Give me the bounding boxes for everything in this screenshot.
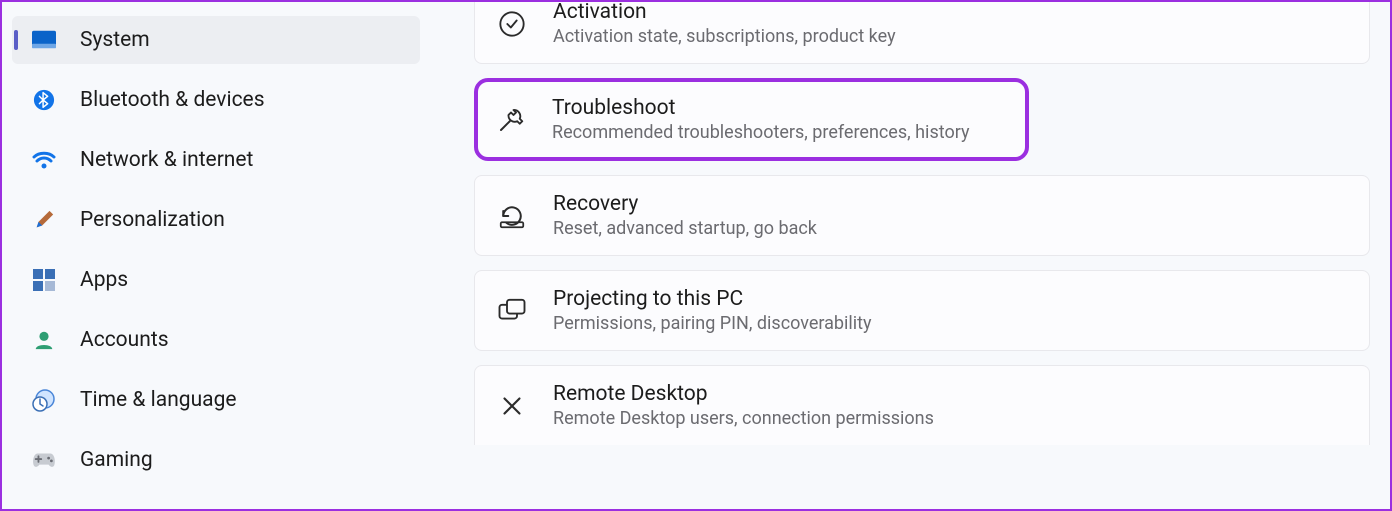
sidebar-item-network[interactable]: Network & internet	[12, 136, 420, 184]
card-activation[interactable]: Activation Activation state, subscriptio…	[474, 2, 1370, 64]
settings-sidebar: System Bluetooth & devices Network & int…	[2, 2, 430, 509]
sidebar-item-label: Network & internet	[80, 148, 253, 172]
card-desc: Recommended troubleshooters, preferences…	[552, 122, 969, 143]
bluetooth-icon	[32, 88, 56, 112]
card-text: Recovery Reset, advanced startup, go bac…	[553, 192, 817, 239]
sidebar-item-label: Bluetooth & devices	[80, 88, 265, 112]
sidebar-item-system[interactable]: System	[12, 16, 420, 64]
card-desc: Permissions, pairing PIN, discoverabilit…	[553, 313, 872, 334]
system-icon	[32, 28, 56, 52]
card-remote-desktop[interactable]: Remote Desktop Remote Desktop users, con…	[474, 365, 1370, 445]
card-text: Activation Activation state, subscriptio…	[553, 2, 896, 47]
card-desc: Reset, advanced startup, go back	[553, 218, 817, 239]
clock-globe-icon	[32, 388, 56, 412]
sidebar-item-label: Apps	[80, 268, 128, 292]
remote-arrows-icon	[497, 391, 527, 421]
card-text: Remote Desktop Remote Desktop users, con…	[553, 382, 934, 429]
apps-icon	[32, 268, 56, 292]
card-title: Projecting to this PC	[553, 287, 872, 311]
card-title: Recovery	[553, 192, 817, 216]
card-recovery[interactable]: Recovery Reset, advanced startup, go bac…	[474, 175, 1370, 256]
projecting-icon	[497, 296, 527, 326]
card-title: Remote Desktop	[553, 382, 934, 406]
checkmark-circle-icon	[497, 9, 527, 39]
paintbrush-icon	[32, 208, 56, 232]
card-title: Troubleshoot	[552, 96, 969, 120]
card-troubleshoot[interactable]: Troubleshoot Recommended troubleshooters…	[474, 78, 1029, 161]
sidebar-item-label: Time & language	[80, 388, 237, 412]
gamepad-icon	[32, 448, 56, 472]
settings-main: Activation Activation state, subscriptio…	[430, 2, 1390, 509]
wrench-icon	[496, 105, 526, 135]
card-title: Activation	[553, 2, 896, 24]
sidebar-item-label: Accounts	[80, 328, 169, 352]
card-desc: Remote Desktop users, connection permiss…	[553, 408, 934, 429]
sidebar-item-label: Gaming	[80, 448, 153, 472]
sidebar-item-bluetooth[interactable]: Bluetooth & devices	[12, 76, 420, 124]
sidebar-item-label: System	[80, 28, 150, 52]
card-projecting[interactable]: Projecting to this PC Permissions, pairi…	[474, 270, 1370, 351]
card-desc: Activation state, subscriptions, product…	[553, 26, 896, 47]
sidebar-item-label: Personalization	[80, 208, 225, 232]
sidebar-item-accounts[interactable]: Accounts	[12, 316, 420, 364]
card-text: Projecting to this PC Permissions, pairi…	[553, 287, 872, 334]
person-icon	[32, 328, 56, 352]
wifi-icon	[32, 148, 56, 172]
card-text: Troubleshoot Recommended troubleshooters…	[552, 96, 969, 143]
recovery-icon	[497, 201, 527, 231]
sidebar-item-gaming[interactable]: Gaming	[12, 436, 420, 484]
sidebar-item-time-language[interactable]: Time & language	[12, 376, 420, 424]
sidebar-item-personalization[interactable]: Personalization	[12, 196, 420, 244]
sidebar-item-apps[interactable]: Apps	[12, 256, 420, 304]
